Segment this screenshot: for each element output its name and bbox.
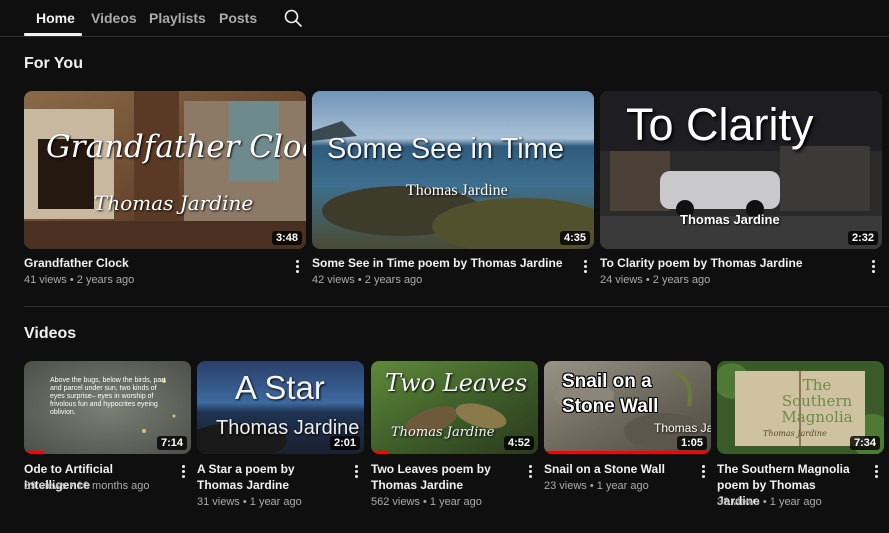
thumbnail-author-text: Thomas Jardine	[94, 191, 254, 215]
view-count: 42 views	[312, 274, 355, 286]
upload-age: 1 year ago	[769, 496, 822, 508]
view-count: 38 views	[717, 496, 760, 508]
tab-playlists[interactable]: Playlists	[149, 10, 206, 26]
tab-posts[interactable]: Posts	[219, 10, 257, 26]
thumbnail-title-text: The Southern Magnolia	[781, 376, 853, 426]
watch-progress-bar	[544, 451, 711, 454]
view-count: 41 views	[24, 274, 67, 286]
video-title[interactable]: A Star a poem by Thomas Jardine	[197, 461, 339, 493]
video-thumbnail[interactable]: A Star Thomas Jardine 2:01	[197, 361, 364, 454]
section-title-videos: Videos	[24, 325, 77, 342]
more-vertical-icon[interactable]	[351, 463, 361, 481]
view-count: 24 views	[600, 274, 643, 286]
thumbnail-title-text: Grandfather Clock	[46, 129, 306, 165]
duration-badge: 3:48	[271, 231, 302, 245]
video-meta: 562 views • 1 year ago	[371, 496, 482, 508]
thumbnail-title-text: Snail on a Stone Wall	[562, 371, 659, 417]
thumbnail-author-text: Thomas Jardine	[406, 182, 508, 199]
upload-age: 2 years ago	[76, 274, 135, 286]
upload-age: 2 years ago	[652, 274, 711, 286]
thumbnail-title-text: A Star	[235, 369, 325, 406]
thumbnail-author-text: Thomas Jardine	[763, 429, 827, 438]
upload-age: 1 year ago	[596, 480, 649, 492]
more-vertical-icon[interactable]	[178, 463, 188, 481]
more-vertical-icon[interactable]	[871, 463, 881, 481]
video-thumbnail[interactable]: Snail on a Stone Wall Thomas Jar 1:05	[544, 361, 711, 454]
video-meta: 39 views • 10 months ago	[24, 480, 150, 492]
upload-age: 1 year ago	[429, 496, 482, 508]
video-card: Some See in Time Thomas Jardine 4:35 Som…	[312, 91, 594, 291]
thumbnail-author-text: Thomas Jardine	[680, 212, 780, 227]
duration-badge: 4:35	[559, 231, 590, 245]
duration-badge: 4:52	[503, 436, 534, 450]
video-card: The Southern Magnolia Thomas Jardine 7:3…	[717, 361, 884, 521]
view-count: 562 views	[371, 496, 420, 508]
active-tab-indicator	[24, 33, 82, 36]
view-count: 23 views	[544, 480, 587, 492]
channel-tabs: Home Videos Playlists Posts	[0, 0, 889, 37]
video-title[interactable]: To Clarity poem by Thomas Jardine	[600, 255, 860, 271]
thumbnail-poem-text: Above the bugs, below the birds, part an…	[50, 377, 166, 416]
video-meta: 42 views • 2 years ago	[312, 274, 423, 286]
thumbnail-title-text: Some See in Time	[327, 133, 564, 165]
tab-videos[interactable]: Videos	[91, 10, 137, 26]
more-vertical-icon[interactable]	[580, 258, 590, 276]
upload-age: 1 year ago	[249, 496, 302, 508]
search-icon[interactable]	[283, 8, 303, 28]
upload-age: 2 years ago	[364, 274, 423, 286]
more-vertical-icon[interactable]	[525, 463, 535, 481]
duration-badge: 2:01	[329, 436, 360, 450]
video-meta: 23 views • 1 year ago	[544, 480, 649, 492]
video-thumbnail[interactable]: Grandfather Clock Thomas Jardine 3:48	[24, 91, 306, 249]
thumbnail-author-text: Thomas Jardine	[391, 425, 495, 440]
video-thumbnail[interactable]: The Southern Magnolia Thomas Jardine 7:3…	[717, 361, 884, 454]
duration-badge: 2:32	[847, 231, 878, 245]
thumbnail-title-text: Two Leaves	[385, 369, 528, 397]
view-count: 31 views	[197, 496, 240, 508]
thumbnail-title-text: To Clarity	[626, 99, 814, 150]
video-card: A Star Thomas Jardine 2:01 A Star a poem…	[197, 361, 364, 521]
more-vertical-icon[interactable]	[698, 463, 708, 481]
more-vertical-icon[interactable]	[868, 258, 878, 276]
video-thumbnail[interactable]: To Clarity Thomas Jardine 2:32	[600, 91, 882, 249]
section-title-for-you: For You	[24, 55, 83, 72]
duration-badge: 7:34	[849, 436, 880, 450]
watch-progress-bar	[24, 451, 44, 454]
thumbnail-author-text: Thomas Jar	[654, 421, 711, 435]
video-meta: 41 views • 2 years ago	[24, 274, 135, 286]
video-title[interactable]: Snail on a Stone Wall	[544, 461, 694, 477]
section-divider	[24, 306, 889, 307]
upload-age: 10 months ago	[76, 480, 150, 492]
video-card: Two Leaves Thomas Jardine 4:52 Two Leave…	[371, 361, 538, 521]
video-meta: 24 views • 2 years ago	[600, 274, 711, 286]
video-meta: 38 views • 1 year ago	[717, 496, 822, 508]
video-card: To Clarity Thomas Jardine 2:32 To Clarit…	[600, 91, 882, 291]
video-title[interactable]: Grandfather Clock	[24, 255, 284, 271]
video-thumbnail[interactable]: Two Leaves Thomas Jardine 4:52	[371, 361, 538, 454]
video-card: Grandfather Clock Thomas Jardine 3:48 Gr…	[24, 91, 306, 291]
duration-badge: 1:05	[676, 436, 707, 450]
video-title[interactable]: Some See in Time poem by Thomas Jardine	[312, 255, 572, 271]
tab-home[interactable]: Home	[36, 10, 75, 26]
duration-badge: 7:14	[156, 436, 187, 450]
video-title[interactable]: Two Leaves poem by Thomas Jardine	[371, 461, 513, 493]
video-thumbnail[interactable]: Some See in Time Thomas Jardine 4:35	[312, 91, 594, 249]
watch-progress-bar	[371, 451, 388, 454]
video-card: Snail on a Stone Wall Thomas Jar 1:05 Sn…	[544, 361, 711, 501]
video-card: Above the bugs, below the birds, part an…	[24, 361, 191, 501]
video-meta: 31 views • 1 year ago	[197, 496, 302, 508]
video-thumbnail[interactable]: Above the bugs, below the birds, part an…	[24, 361, 191, 454]
more-vertical-icon[interactable]	[292, 258, 302, 276]
view-count: 39 views	[24, 480, 67, 492]
